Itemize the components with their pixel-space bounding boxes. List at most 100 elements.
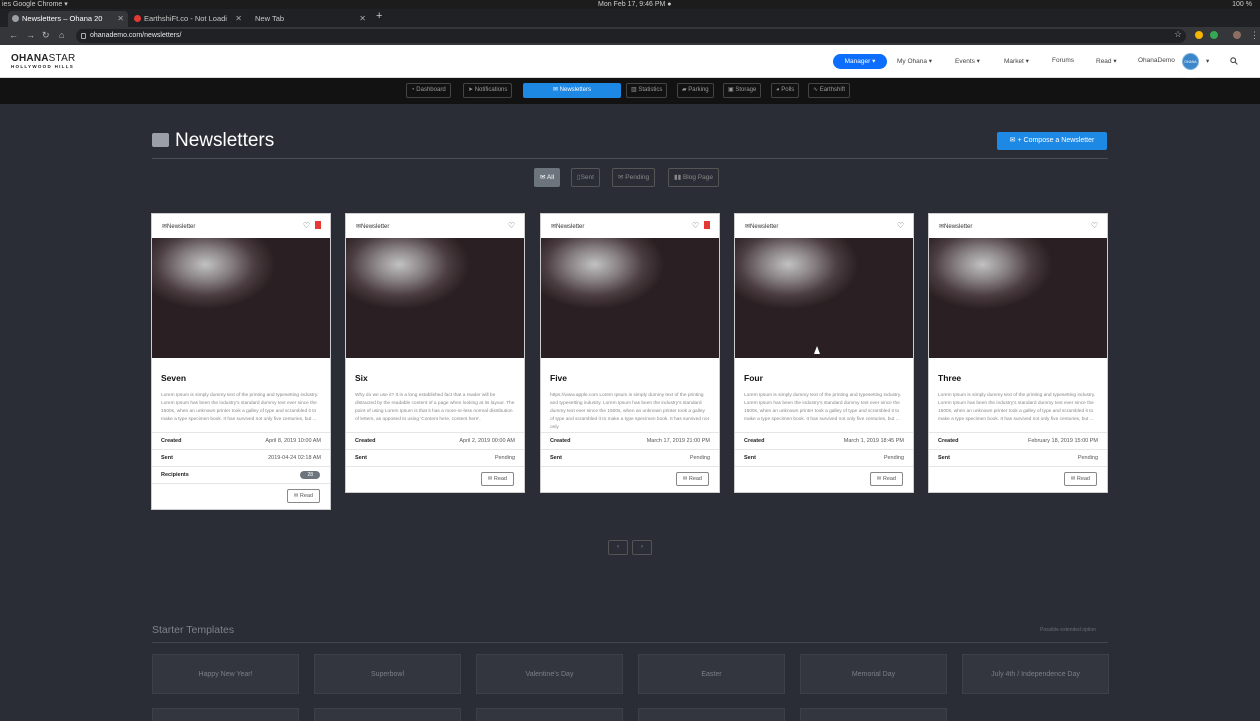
nav-market[interactable]: Market ▾ [1004, 57, 1029, 65]
filter-all[interactable]: ✉ All [534, 168, 561, 187]
card-image[interactable] [152, 238, 330, 358]
close-icon[interactable]: ✕ [235, 11, 242, 27]
home-icon[interactable]: ⌂ [59, 30, 64, 40]
extension-icon[interactable] [1195, 31, 1203, 39]
nav-my-ohana[interactable]: My Ohana ▾ [897, 57, 932, 65]
nav-read[interactable]: Read ▾ [1096, 57, 1117, 65]
reload-icon[interactable]: ↻ [42, 30, 50, 41]
nav-user[interactable]: OhanaDemo [1138, 57, 1175, 64]
url-text: ohanademo.com/newsletters/ [90, 32, 182, 39]
tab-title: EarthshiFt.co - Not Loadi [144, 14, 227, 23]
browser-tab-new[interactable]: New Tab ✕ [248, 11, 370, 27]
os-clock[interactable]: Mon Feb 17, 9:46 PM ● [598, 0, 672, 9]
card-excerpt: Lorem Ipsum is simply dummy text of the … [161, 393, 319, 422]
bookmark-icon[interactable] [315, 221, 321, 229]
back-arrow-icon[interactable]: ← [9, 30, 18, 40]
nav-forums[interactable]: Forums [1052, 57, 1074, 64]
read-button[interactable]: ✉ Read [480, 472, 514, 486]
bookmark-icon[interactable] [704, 221, 710, 229]
starter-templates-heading: Starter Templates [152, 624, 235, 636]
manager-menu-button[interactable]: Manager ▾ [833, 54, 887, 69]
card-title[interactable]: Five [550, 373, 710, 383]
read-button[interactable]: ✉ Read [869, 472, 903, 486]
row-label: Sent [161, 455, 173, 461]
browser-menu-icon[interactable]: ⋮ [1250, 30, 1259, 41]
envelope-open-icon: ✉ [682, 476, 688, 482]
heart-icon[interactable]: ♡ [1091, 221, 1098, 230]
card-image[interactable] [346, 238, 524, 358]
card-title[interactable]: Four [744, 373, 904, 383]
newsletter-card[interactable]: ✉Newsletter ♡ Five https://www.apple.com… [540, 213, 720, 493]
subnav-statistics[interactable]: ▥ Statistics [626, 83, 668, 98]
template-tile[interactable]: Valentine's Day [476, 654, 623, 694]
page-title-text: Newsletters [175, 130, 275, 151]
template-tile[interactable]: Memorial Day [800, 654, 947, 694]
card-title[interactable]: Six [355, 373, 515, 383]
nav-events[interactable]: Events ▾ [955, 57, 980, 65]
extension-icon[interactable] [1210, 31, 1218, 39]
heart-icon[interactable]: ♡ [692, 221, 699, 230]
template-tile[interactable] [314, 708, 461, 721]
site-logo[interactable]: OHANASTAR HOLLYWOOD HILLS [11, 54, 75, 70]
card-tag: ✉Newsletter [745, 224, 779, 230]
read-button[interactable]: ✉ Read [675, 472, 709, 486]
template-tile[interactable]: Easter [638, 654, 785, 694]
subnav-newsletters[interactable]: ✉ Newsletters [523, 83, 621, 98]
close-icon[interactable]: ✕ [359, 11, 366, 27]
template-tile[interactable]: Happy New Year! [152, 654, 299, 694]
subnav-storage[interactable]: ▣ Storage [723, 83, 762, 98]
compose-newsletter-button[interactable]: ✉ + Compose a Newsletter [997, 132, 1107, 150]
user-avatar[interactable]: OHANA STAR [1182, 53, 1199, 81]
subnav-parking[interactable]: ▰ Parking [677, 83, 714, 98]
chevron-down-icon[interactable]: ▾ [1206, 57, 1209, 65]
read-button[interactable]: ✉ Read [1063, 472, 1097, 486]
filter-blog-page[interactable]: ▮▮ Blog Page [668, 168, 719, 187]
new-tab-plus-icon[interactable]: + [376, 10, 382, 22]
template-tile[interactable] [800, 708, 947, 721]
heart-icon[interactable]: ♡ [508, 221, 515, 230]
newsletter-card[interactable]: ✉Newsletter ♡ Six Why do we use it? It i… [345, 213, 525, 493]
url-bar[interactable]: ohanademo.com/newsletters/ [76, 29, 1186, 43]
template-tile[interactable]: July 4th / Independence Day [962, 654, 1109, 694]
os-tray-battery[interactable]: 100 % [1232, 0, 1252, 9]
filter-sent[interactable]: ▯Sent [571, 168, 600, 187]
template-tile[interactable] [152, 708, 299, 721]
card-image[interactable] [735, 238, 913, 358]
subnav-dashboard[interactable]: ◔ Dashboard [406, 83, 451, 98]
card-title[interactable]: Three [938, 373, 1098, 383]
row-label: Sent [938, 455, 950, 461]
newsletter-card[interactable]: ✉Newsletter ♡ Four Lorem Ipsum is simply… [734, 213, 914, 493]
subnav-polls[interactable]: ◕ Polls [771, 83, 800, 98]
bookmark-star-icon[interactable]: ☆ [1174, 29, 1182, 40]
card-header: ✉Newsletter ♡ [152, 214, 330, 238]
newsletter-card[interactable]: ✉Newsletter ♡ Three Lorem Ipsum is simpl… [928, 213, 1108, 493]
os-app-menu[interactable]: ies Google Chrome ▾ [2, 0, 68, 9]
card-image[interactable] [929, 238, 1107, 358]
forward-arrow-icon[interactable]: → [26, 30, 35, 40]
wave-icon: ∿ [813, 87, 819, 93]
logo-subtitle: HOLLYWOOD HILLS [11, 64, 75, 69]
envelope-icon: ✉ [540, 174, 546, 181]
template-tile[interactable] [638, 708, 785, 721]
card-title[interactable]: Seven [161, 373, 321, 383]
search-icon[interactable] [1230, 57, 1238, 65]
created-date: March 1, 2019 18:45 PM [843, 438, 904, 444]
prev-page-button[interactable]: ‹ [608, 540, 628, 555]
template-tile[interactable] [476, 708, 623, 721]
card-image[interactable] [541, 238, 719, 358]
filter-pending[interactable]: ✉ Pending [612, 168, 656, 187]
heart-icon[interactable]: ♡ [303, 221, 310, 230]
profile-avatar-icon[interactable] [1233, 31, 1241, 39]
heart-icon[interactable]: ♡ [897, 221, 904, 230]
subnav-earthshift[interactable]: ∿ Earthshift [808, 83, 851, 98]
next-page-button[interactable]: › [632, 540, 652, 555]
newsletter-card[interactable]: ✉Newsletter ♡ Seven Lorem Ipsum is simpl… [151, 213, 331, 510]
sent-value: Pending [1077, 455, 1098, 461]
close-icon[interactable]: ✕ [117, 11, 124, 27]
created-row: Created April 8, 2019 10:00 AM [152, 432, 330, 449]
template-tile[interactable]: Superbowl [314, 654, 461, 694]
read-button[interactable]: ✉ Read [286, 489, 320, 503]
subnav-notifications[interactable]: ➤ Notifications [463, 83, 513, 98]
browser-tab-earthshift[interactable]: EarthshiFt.co - Not Loadi ✕ [130, 11, 246, 27]
browser-tab-newsletters[interactable]: Newsletters – Ohana 20 ✕ [8, 11, 128, 27]
